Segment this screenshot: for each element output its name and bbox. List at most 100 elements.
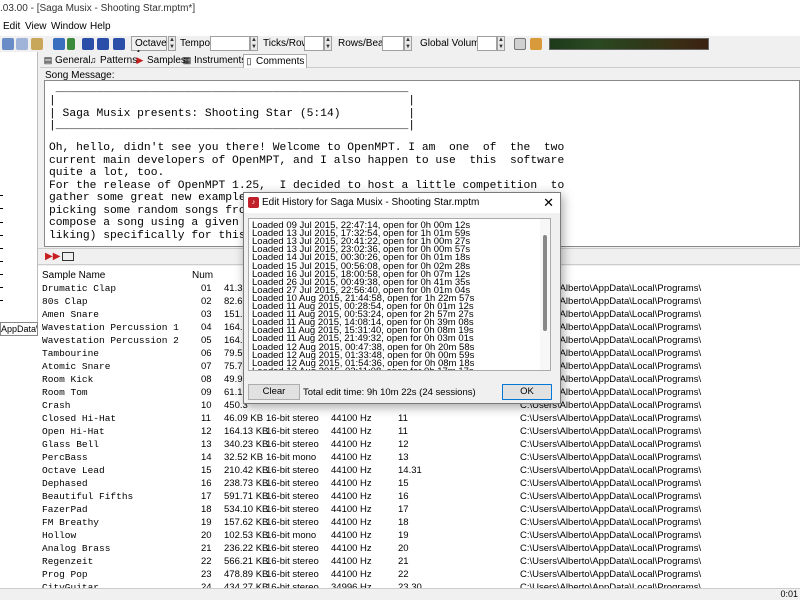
clear-button[interactable]: Clear <box>248 384 300 400</box>
cell-rate: 44100 Hz <box>331 452 372 463</box>
table-row[interactable]: Closed Hi-Hat 11 46.09 KB 16-bit stereo 4410… <box>38 413 800 426</box>
paste-icon[interactable] <box>31 38 43 50</box>
cell-name: Crash <box>42 400 71 411</box>
openmpt-icon: ♪ <box>248 197 259 208</box>
col-header-name[interactable]: Sample Name <box>42 270 105 281</box>
table-row[interactable]: Glass Bell 13 340.23 KB 16-bit stereo 44100 … <box>38 439 800 452</box>
table-row[interactable]: Regenzeit 22 566.21 KB 16-bit stereo 44100 H… <box>38 556 800 569</box>
cell-size: 210.42 KB <box>224 465 269 476</box>
cell-size: 340.23 KB <box>224 439 269 450</box>
cell-rate: 44100 Hz <box>331 491 372 502</box>
scrollbar-thumb[interactable] <box>543 235 547 331</box>
cell-num: 19 <box>201 517 212 528</box>
cell-note: 12 <box>398 439 409 450</box>
menu-view[interactable]: View <box>25 21 47 32</box>
play-mode-icon[interactable] <box>53 38 65 50</box>
col-header-num[interactable]: Num <box>192 270 213 281</box>
cell-path: C:\Users\Alberto\AppData\Local\Programs\ <box>520 452 702 463</box>
samples-view-icon[interactable]: ▶▶ <box>45 251 60 262</box>
vu-meter <box>549 38 709 50</box>
instruments-view-icon[interactable] <box>62 252 74 261</box>
table-row[interactable]: FM Breathy 19 157.62 KB 16-bit stereo 44100 … <box>38 517 800 530</box>
cell-path: C:\Users\Alberto\AppData\Local\Programs\ <box>520 556 702 567</box>
cell-name: Analog Brass <box>42 543 111 554</box>
cell-path: C:\Users\Alberto\AppData\Local\Programs\ <box>520 413 702 424</box>
tab-patterns[interactable]: ♫ Patterns <box>88 54 139 68</box>
cell-type: 16-bit stereo <box>266 426 319 437</box>
cell-name: Wavestation Percussion 2 <box>42 335 179 346</box>
tab-samples[interactable]: ▶ Samples <box>135 54 188 68</box>
message-line: compose a song using a given sam <box>49 217 266 229</box>
cell-num: 11 <box>201 413 211 424</box>
settings-icon[interactable] <box>514 38 526 50</box>
tab-instruments[interactable]: ▦ Instruments <box>182 54 248 68</box>
midi-icon[interactable] <box>530 38 542 50</box>
cell-rate: 44100 Hz <box>331 478 372 489</box>
play-icon[interactable] <box>97 38 109 50</box>
dropdown-arrow-icon[interactable] <box>67 38 75 50</box>
menu-edit[interactable]: Edit <box>3 21 20 32</box>
tab-comments[interactable]: ▯ Comments <box>243 54 308 68</box>
copy-icon[interactable] <box>16 38 28 50</box>
volume-spinner[interactable]: ▲ ▼ <box>497 36 505 51</box>
tempo-spinner[interactable]: ▲ ▼ <box>250 36 258 51</box>
status-bar: 0:01 <box>0 588 800 600</box>
cell-name: PercBass <box>42 452 88 463</box>
close-icon[interactable]: ✕ <box>543 195 554 211</box>
tree-panel[interactable] <box>0 52 38 322</box>
cell-num: 03 <box>201 309 212 320</box>
cell-type: 16-bit mono <box>266 452 317 463</box>
rows-input[interactable] <box>382 36 404 51</box>
cut-icon[interactable] <box>2 38 14 50</box>
cell-name: Regenzeit <box>42 556 94 567</box>
table-row[interactable]: Hollow 20 102.53 KB 16-bit mono 44100 Hz 19 C:… <box>38 530 800 543</box>
cell-size: 236.22 KB <box>224 543 269 554</box>
tree-panel-lower[interactable] <box>0 336 38 600</box>
message-line: Oh, hello, didn't see you there! Welcome… <box>49 142 565 154</box>
menu-window[interactable]: Window <box>51 21 87 32</box>
tab-general[interactable]: ▤ General <box>43 54 93 68</box>
menu-help[interactable]: Help <box>90 21 111 32</box>
cell-num: 07 <box>201 361 212 372</box>
cell-type: 16-bit stereo <box>266 439 319 450</box>
table-row[interactable]: Prog Pop 23 478.89 KB 16-bit stereo 44100 Hz… <box>38 569 800 582</box>
table-row[interactable]: FazerPad 18 534.10 KB 16-bit stereo 44100 Hz… <box>38 504 800 517</box>
cell-name: Octave Lead <box>42 465 105 476</box>
dialog-title: Edit History for Saga Musix - Shooting S… <box>262 197 480 208</box>
table-row[interactable]: Octave Lead 15 210.42 KB 16-bit stereo 44100… <box>38 465 800 478</box>
cell-type: 16-bit stereo <box>266 413 319 424</box>
table-row[interactable]: Analog Brass 21 236.22 KB 16-bit stereo 4410… <box>38 543 800 556</box>
stop-icon[interactable] <box>82 38 94 50</box>
cell-note: 14.31 <box>398 465 422 476</box>
cell-size: 32.52 KB <box>224 452 264 463</box>
cell-note: 13 <box>398 452 409 463</box>
cell-rate: 44100 Hz <box>331 465 372 476</box>
history-scrollbar[interactable] <box>540 219 550 370</box>
cell-path: C:\Users\Alberto\AppData\Local\Programs\ <box>520 517 702 528</box>
octave-field[interactable]: Octave 4 <box>131 36 167 60</box>
message-line: | | <box>49 95 416 107</box>
keyboard-icon: ▦ <box>182 55 192 65</box>
note-icon: ♫ <box>89 55 97 65</box>
cell-size: 591.71 KB <box>224 491 269 502</box>
tree-path-field[interactable]: AppData\Lo <box>0 322 38 336</box>
volume-input[interactable] <box>477 36 497 51</box>
cell-rate: 44100 Hz <box>331 569 372 580</box>
play-pattern-icon[interactable] <box>113 38 125 50</box>
table-row[interactable]: Beautiful Fifths 17 591.71 KB 16-bit stereo… <box>38 491 800 504</box>
cell-type: 16-bit stereo <box>266 504 319 515</box>
cell-rate: 44100 Hz <box>331 543 372 554</box>
dialog-title-bar: ♪ Edit History for Saga Musix - Shooting… <box>244 193 560 213</box>
ticks-input[interactable] <box>304 36 324 51</box>
ticks-spinner[interactable]: ▲ ▼ <box>324 36 332 51</box>
tempo-input[interactable] <box>210 36 250 51</box>
table-row[interactable]: PercBass 14 32.52 KB 16-bit mono 44100 Hz 13 C… <box>38 452 800 465</box>
ok-button[interactable]: OK <box>502 384 552 400</box>
history-list[interactable]: Loaded 09 Jul 2015, 22:47:14, open for 0… <box>248 218 551 371</box>
table-row[interactable]: Open Hi-Hat 12 164.13 KB 16-bit stereo 44100… <box>38 426 800 439</box>
octave-spinner[interactable]: ▲ ▼ <box>168 36 176 51</box>
rows-spinner[interactable]: ▲ ▼ <box>404 36 412 51</box>
cell-num: 02 <box>201 296 212 307</box>
table-row[interactable]: Dephased 16 238.73 KB 16-bit stereo 44100 Hz… <box>38 478 800 491</box>
cell-note: 16 <box>398 491 409 502</box>
